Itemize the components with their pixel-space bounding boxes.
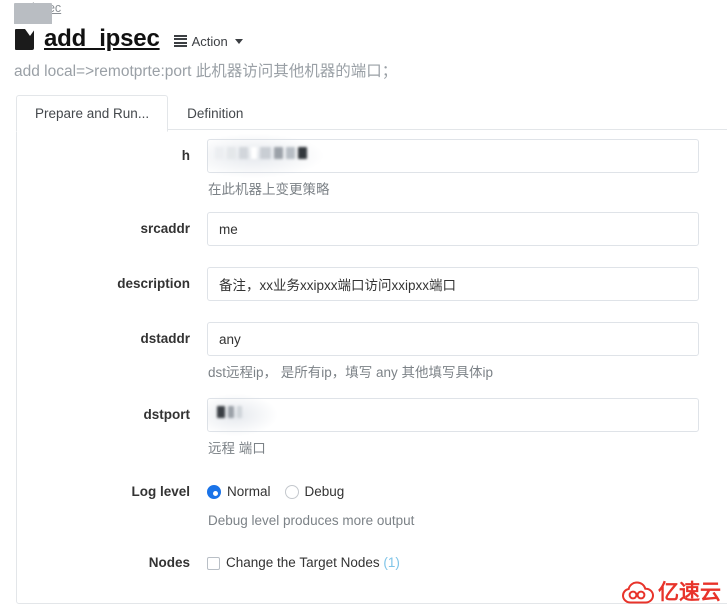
field-row-log-level: Log level Normal Debug Debug level produ… — [17, 475, 727, 530]
breadcrumb: ipsec — [14, 1, 61, 24]
action-button[interactable]: Action — [173, 33, 243, 49]
field-row-dstaddr: dstaddr dst远程ip， 是所有ip，填写 any 其他填写具体ip — [17, 322, 727, 382]
radio-label-normal: Normal — [227, 484, 271, 499]
tab-definition[interactable]: Definition — [168, 95, 262, 132]
tab-bar: Prepare and Run... Definition — [16, 94, 262, 132]
checkbox-change-target-nodes[interactable]: Change the Target Nodes (1) — [207, 555, 400, 571]
redacted-value-dstport — [217, 406, 242, 418]
nodes-checkbox-group: Change the Target Nodes (1) — [207, 546, 727, 580]
field-help-h: 在此机器上变更策略 — [208, 182, 330, 197]
field-label-description: description — [117, 276, 190, 291]
radio-option-normal[interactable]: Normal — [207, 484, 271, 500]
redacted-value-h — [215, 147, 307, 159]
form-panel: h 在此机器上变更策略 srcaddr me description 备注，xx… — [16, 129, 727, 604]
tab-prepare-and-run[interactable]: Prepare and Run... — [16, 95, 169, 132]
radio-icon-debug[interactable] — [284, 485, 299, 499]
checkbox-icon-target-nodes[interactable] — [207, 556, 220, 570]
field-input-srcaddr[interactable] — [207, 212, 699, 246]
field-row-description: description — [17, 267, 727, 303]
field-label-h: h — [181, 148, 190, 163]
radio-option-debug[interactable]: Debug — [284, 484, 345, 500]
field-label-dstaddr: dstaddr — [140, 331, 190, 346]
field-row-h: h 在此机器上变更策略 — [17, 134, 727, 199]
field-label-nodes: Nodes — [148, 555, 190, 570]
checkbox-label-target-nodes: Change the Target Nodes (1) — [226, 555, 400, 571]
watermark-text: 亿速云 — [658, 581, 721, 604]
field-input-dstport[interactable] — [207, 398, 699, 432]
field-row-srcaddr: srcaddr — [17, 212, 727, 248]
log-level-radio-group: Normal Debug — [207, 475, 727, 509]
radio-icon-normal[interactable] — [207, 485, 221, 499]
chevron-down-icon — [234, 38, 243, 44]
page-root: ipsec add_ipsec Action add local=>remotp… — [0, 0, 727, 611]
run-form: h 在此机器上变更策略 srcaddr me description 备注，xx… — [17, 130, 727, 582]
page-title: add_ipsec — [44, 25, 160, 52]
field-label-log-level: Log level — [131, 484, 190, 499]
page-header: add_ipsec Action — [14, 25, 243, 53]
radio-label-debug: Debug — [304, 484, 345, 499]
field-help-dstaddr: dst远程ip， 是所有ip，填写 any 其他填写具体ip — [208, 365, 494, 380]
field-row-dstport: dstport 远程 端口 — [17, 394, 727, 458]
field-label-srcaddr: srcaddr — [140, 221, 190, 236]
list-icon — [173, 34, 187, 48]
field-h-wrapper — [207, 134, 727, 178]
action-button-label: Action — [191, 33, 228, 49]
watermark: 亿速云 — [621, 581, 721, 604]
field-label-dstport: dstport — [143, 407, 191, 422]
folder-icon — [14, 2, 52, 24]
field-input-description[interactable] — [207, 267, 699, 301]
cloud-logo-icon — [621, 581, 655, 604]
checkbox-label-text: Change the Target Nodes — [226, 555, 380, 570]
field-row-nodes: Nodes Change the Target Nodes (1) — [17, 546, 727, 582]
target-nodes-count[interactable]: (1) — [383, 555, 400, 570]
book-icon — [14, 27, 36, 51]
field-help-dstport: 远程 端口 — [208, 441, 266, 456]
field-dstport-wrapper — [207, 394, 727, 436]
page-subtitle: add local=>remotprte:port 此机器访问其他机器的端口； — [14, 63, 398, 80]
field-help-log-level: Debug level produces more output — [208, 513, 415, 528]
field-input-dstaddr[interactable] — [207, 322, 699, 356]
